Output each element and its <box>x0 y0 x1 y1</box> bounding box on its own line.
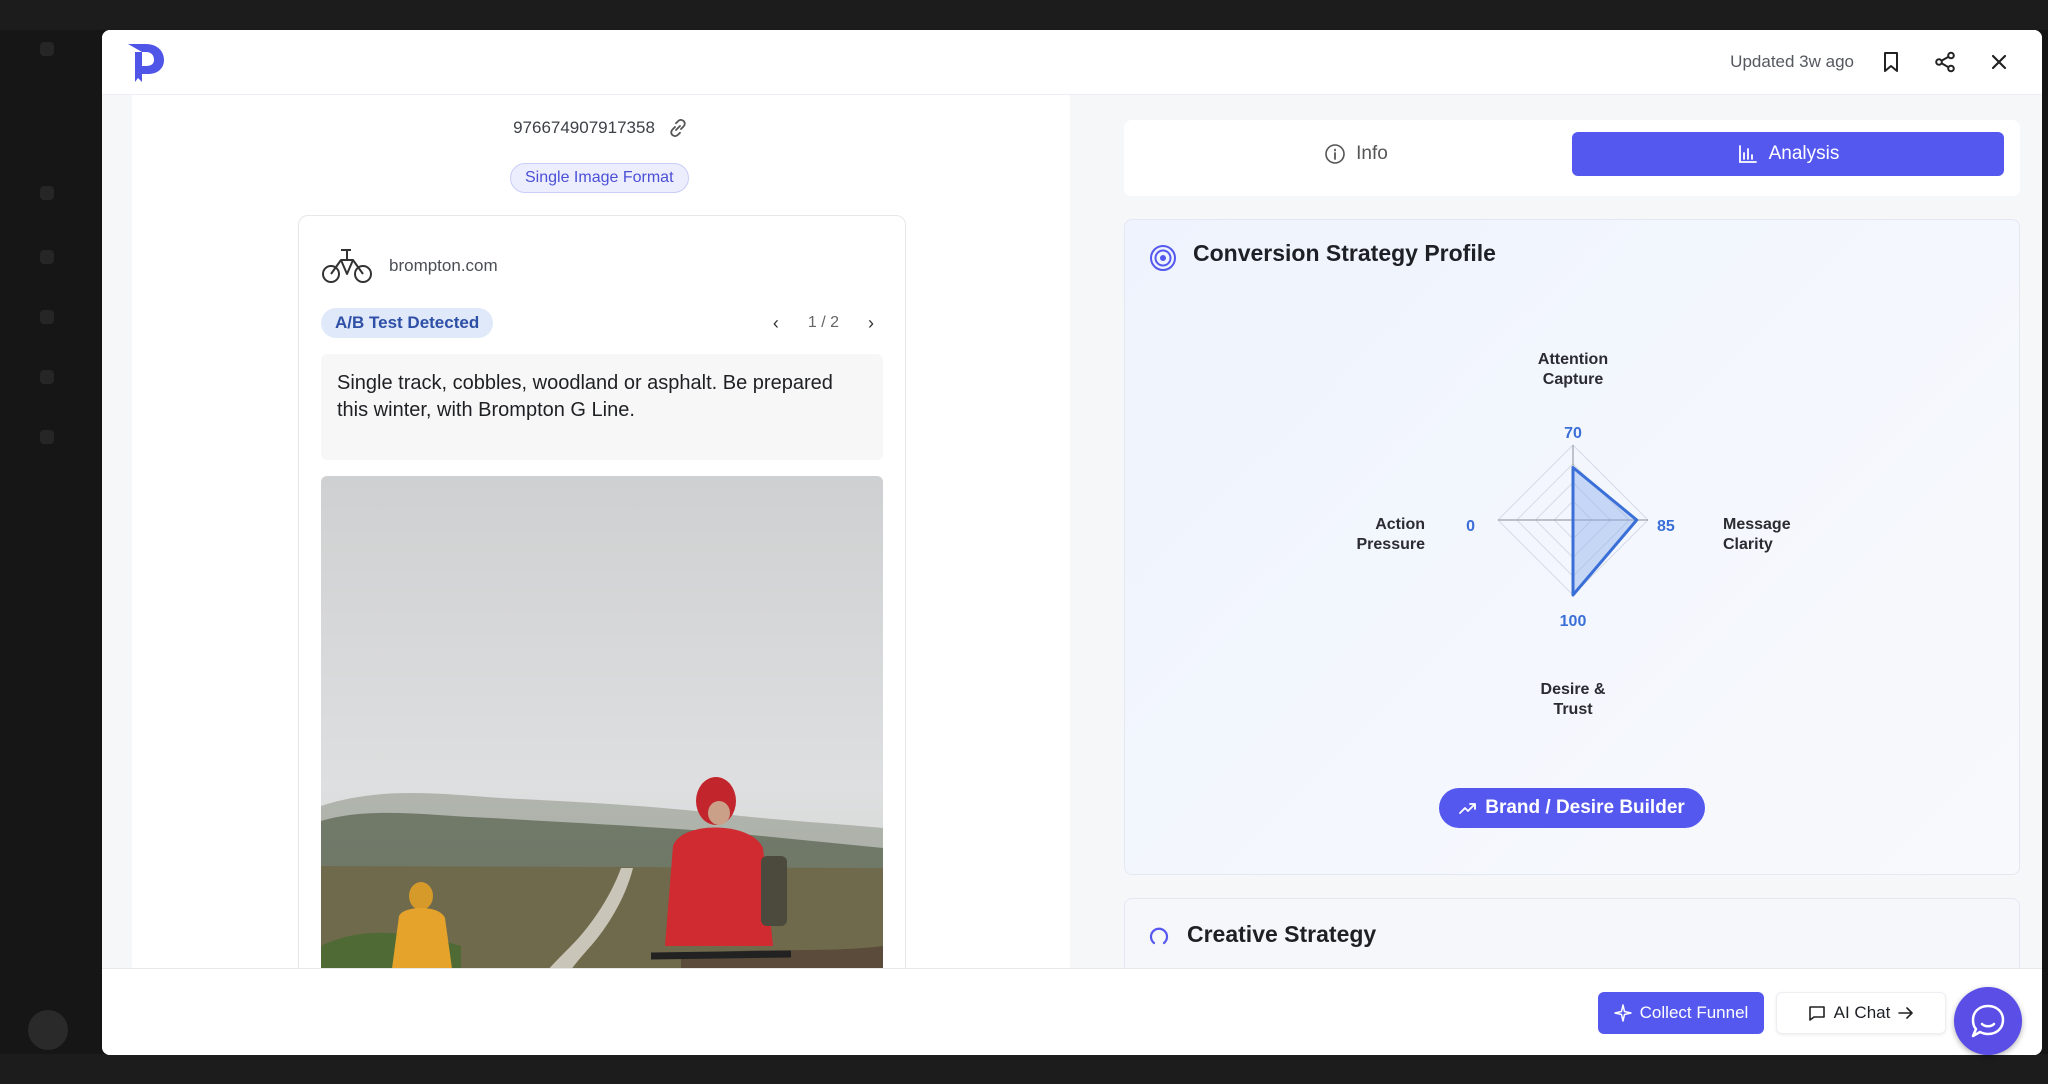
tab-analysis-label: Analysis <box>1768 143 1840 164</box>
bookmark-icon[interactable] <box>1876 47 1906 77</box>
updated-timestamp: Updated 3w ago <box>1730 52 1854 71</box>
ad-id-row: 976674907917358 <box>132 117 1070 139</box>
ad-preview-panel: 976674907917358 Single Image Format brom… <box>132 95 1070 968</box>
format-badge: Single Image Format <box>510 163 689 193</box>
axis-label-action: Action Pressure <box>1356 516 1426 553</box>
ai-chat-button[interactable]: AI Chat <box>1776 992 1946 1034</box>
spinner-icon <box>1149 927 1169 945</box>
strategy-type-label: Brand / Desire Builder <box>1485 797 1685 818</box>
axis-value-attention: 70 <box>1564 425 1582 442</box>
background-nav-icon <box>40 310 54 324</box>
background-nav-icon <box>40 250 54 264</box>
ai-chat-label: AI Chat <box>1833 1003 1891 1022</box>
message-icon <box>1808 1006 1825 1021</box>
support-chat-launcher[interactable] <box>1954 987 2022 1055</box>
creative-strategy-card: Creative Strategy <box>1124 898 2020 968</box>
sparkle-icon <box>1613 1004 1632 1022</box>
bicycle-icon <box>322 249 372 283</box>
ab-test-badge: A/B Test Detected <box>321 308 494 338</box>
collect-funnel-button[interactable]: Collect Funnel <box>1598 992 1764 1034</box>
background-topbar <box>0 0 2048 30</box>
panel-tabs: Info Analysis <box>1124 120 2020 196</box>
axis-value-action: 0 <box>1466 518 1475 535</box>
info-icon <box>1325 144 1345 164</box>
strategy-type-badge[interactable]: Brand / Desire Builder <box>1439 788 1705 828</box>
arrow-right-icon <box>1898 1007 1914 1019</box>
axis-label-attention: Attention Capture <box>1537 351 1609 388</box>
ad-id: 976674907917358 <box>513 118 655 137</box>
creative-strategy-title: Creative Strategy <box>1187 921 1377 947</box>
link-icon[interactable] <box>667 117 689 139</box>
modal-footer: Collect Funnel AI Chat <box>102 968 2042 1055</box>
ad-detail-modal: Updated 3w ago 976674907917358 Single Im… <box>102 30 2042 1055</box>
conversion-profile-card: Conversion Strategy Profile Attention Ca… <box>1124 219 2020 875</box>
share-icon[interactable] <box>1930 47 1960 77</box>
chevron-right-icon[interactable]: › <box>861 313 881 333</box>
brand-row: brompton.com <box>321 246 498 286</box>
tab-info[interactable]: Info <box>1140 132 1572 176</box>
bar-chart-icon <box>1738 145 1757 163</box>
background-nav-icon <box>40 370 54 384</box>
ad-creative-image <box>321 476 883 968</box>
radar-chart <box>1497 444 1649 597</box>
ad-copy-text: Single track, cobbles, woodland or aspha… <box>321 354 883 460</box>
pager-count: 1 / 2 <box>807 314 839 331</box>
background-nav-icon <box>40 42 54 56</box>
chat-bubble-icon <box>1971 1004 2005 1038</box>
app-logo <box>128 44 164 82</box>
background-nav-icon <box>40 186 54 200</box>
axis-label-desire: Desire & Trust <box>1540 681 1606 718</box>
trend-up-icon <box>1459 803 1477 814</box>
modal-header: Updated 3w ago <box>102 30 2042 95</box>
background-sidebar <box>0 0 100 1084</box>
background-bottombar <box>0 1054 2048 1084</box>
collect-funnel-label: Collect Funnel <box>1639 1003 1749 1022</box>
ad-card: brompton.com A/B Test Detected ‹ 1 / 2 ›… <box>298 215 906 968</box>
modal-body: 976674907917358 Single Image Format brom… <box>102 95 2042 968</box>
brand-name[interactable]: brompton.com <box>389 256 498 276</box>
radar-series-area <box>1571 466 1639 597</box>
axis-value-desire: 100 <box>1559 613 1587 630</box>
close-icon[interactable] <box>1984 47 2014 77</box>
axis-value-clarity: 85 <box>1657 518 1675 535</box>
axis-label-clarity: Message Clarity <box>1723 516 1791 553</box>
variant-pager: ‹ 1 / 2 › <box>766 308 881 338</box>
chevron-left-icon[interactable]: ‹ <box>766 313 786 333</box>
background-nav-icon <box>40 430 54 444</box>
background-avatar <box>28 1010 68 1050</box>
tab-info-label: Info <box>1356 143 1388 164</box>
tab-analysis[interactable]: Analysis <box>1572 132 2004 176</box>
